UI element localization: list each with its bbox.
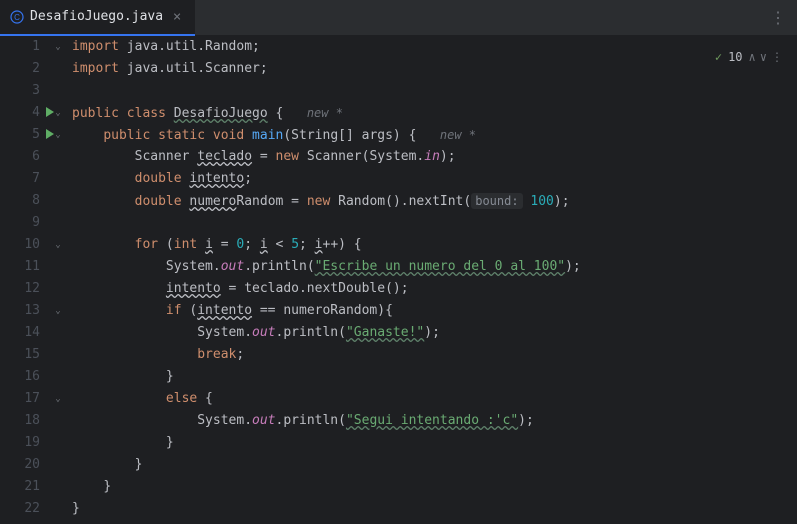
status-nav: ∧ ∨ ⋮ [749,50,783,64]
line-number: 10 [0,234,40,256]
line-number: 6 [0,146,40,168]
check-icon: ✓ [715,50,722,64]
line-number: 15 [0,344,40,366]
line-number: 20 [0,454,40,476]
tab-overflow-button[interactable]: ⋮ [770,8,787,27]
line-number: 21 [0,476,40,498]
line-number: 19 [0,432,40,454]
line-number: 5 [0,124,40,146]
line-number: 1 [0,36,40,58]
file-tab[interactable]: C DesafioJuego.java × [0,0,195,36]
line-number: 22 [0,498,40,520]
next-problem-button[interactable]: ∨ [760,50,767,64]
line-number: 8 [0,190,40,212]
fold-toggle[interactable]: ⌄ [48,300,68,322]
editor: ✓ 10 ∧ ∨ ⋮ 1 2 3 4 5 6 7 8 9 10 11 12 13… [0,36,797,524]
close-tab-button[interactable]: × [169,9,185,25]
line-number: 7 [0,168,40,190]
fold-toggle[interactable]: ⌄ [48,234,68,256]
run-gutter-icon[interactable] [46,107,54,117]
line-number-gutter[interactable]: 1 2 3 4 5 6 7 8 9 10 11 12 13 14 15 16 1… [0,36,48,524]
fold-toggle[interactable]: ⌄ [48,36,68,58]
prev-problem-button[interactable]: ∧ [749,50,756,64]
svg-text:C: C [14,13,20,22]
java-file-icon: C [10,10,24,24]
run-gutter-icon[interactable] [46,129,54,139]
line-number: 14 [0,322,40,344]
line-number: 17 [0,388,40,410]
line-number: 4 [0,102,40,124]
line-number: 16 [0,366,40,388]
code-content[interactable]: import java.util.Random; import java.uti… [68,36,797,524]
tab-bar: C DesafioJuego.java × ⋮ [0,0,797,36]
problem-count: 10 [728,50,742,64]
line-number: 9 [0,212,40,234]
fold-toggle[interactable]: ⌄ [48,388,68,410]
line-number: 3 [0,80,40,102]
line-number: 18 [0,410,40,432]
inspection-status[interactable]: ✓ 10 ∧ ∨ ⋮ [715,50,783,64]
line-number: 12 [0,278,40,300]
line-number: 13 [0,300,40,322]
line-number: 11 [0,256,40,278]
line-number: 2 [0,58,40,80]
inspection-menu-button[interactable]: ⋮ [771,50,783,64]
tab-filename: DesafioJuego.java [30,9,163,24]
